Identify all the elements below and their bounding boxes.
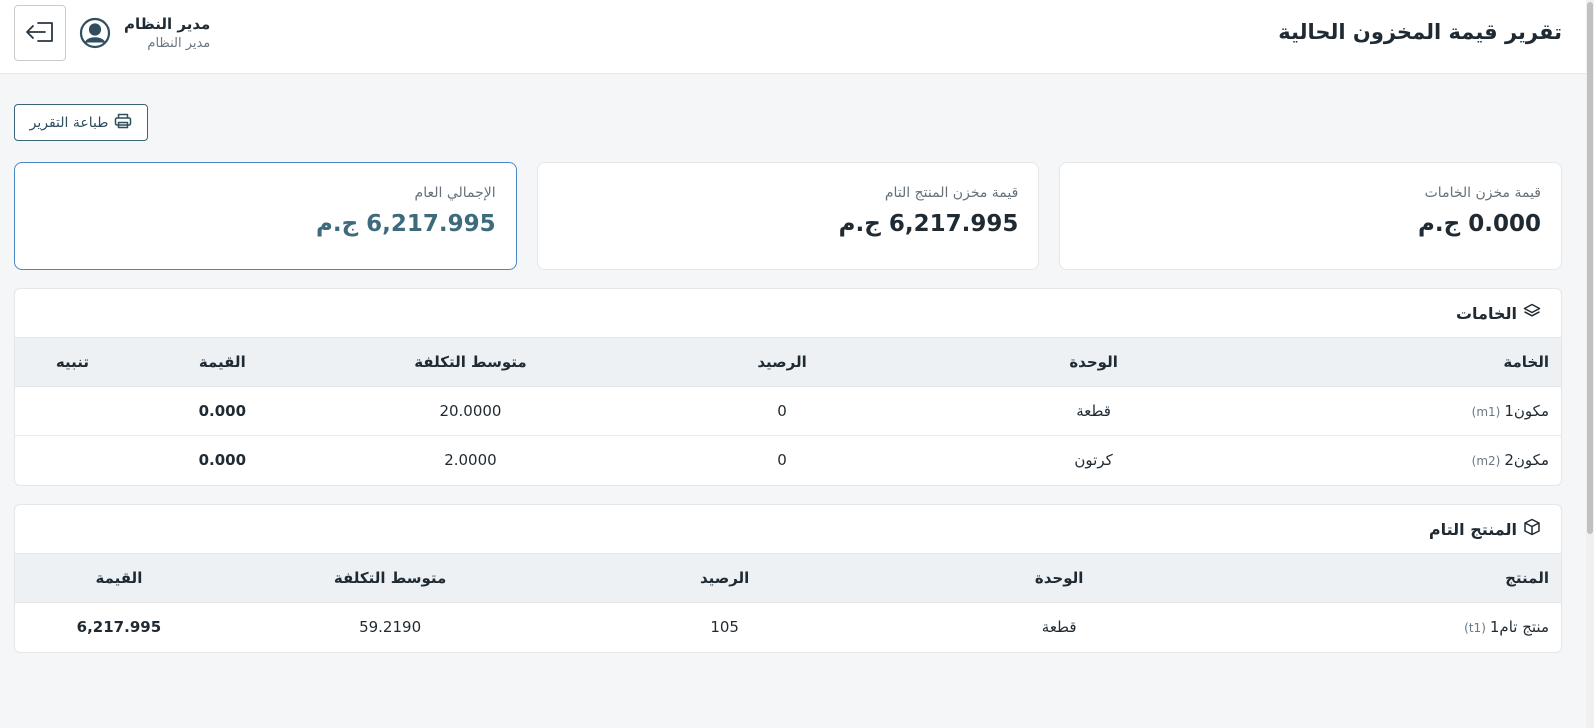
- grand-total-value: 6,217.995 ج.م: [315, 211, 496, 237]
- finished-stock-value: 6,217.995 ج.م: [838, 211, 1019, 237]
- user-info: مدير النظام مدير النظام: [124, 15, 210, 51]
- box-icon: [1523, 518, 1541, 540]
- print-report-label: طباعة التقرير: [29, 114, 109, 131]
- alert-cell: [15, 386, 130, 436]
- avg-cost-cell: 59.2190: [359, 618, 422, 637]
- printer-icon: [114, 113, 132, 133]
- column-header: القيمة: [15, 553, 223, 603]
- material-name: مكون2: [1504, 451, 1549, 470]
- page-scrollbar[interactable]: [1586, 0, 1594, 728]
- unit-cell: قطعة: [1041, 618, 1077, 637]
- summary-cards: قيمة مخزن الخامات 0.000 ج.م قيمة مخزن ال…: [13, 162, 1562, 270]
- raw-stock-value: 0.000 ج.م: [1418, 211, 1541, 237]
- raw-materials-title: الخامات: [1455, 303, 1517, 323]
- grand-total-label: الإجمالي العام: [414, 185, 496, 201]
- raw-materials-table: الخامة الوحدة الرصيد متوسط التكلفة القيم…: [15, 337, 1561, 485]
- user-name: مدير النظام: [124, 15, 211, 33]
- material-name: مكون1: [1504, 402, 1549, 420]
- material-name-cell: مكون1(m1): [1249, 386, 1561, 436]
- unit-cell: كرتون: [1074, 451, 1113, 470]
- product-code: (t1): [1464, 621, 1486, 636]
- table-row: مكون2(m2) كرتون 0 2.0000 0.000: [15, 436, 1561, 485]
- balance-cell: 0: [777, 451, 787, 470]
- raw-materials-section: الخامات الخامة الوحدة الرصيد متوسط التكل…: [14, 288, 1562, 486]
- table-row: منتج تام1(t1) قطعة 105 59.2190 6,217.995: [15, 603, 1561, 652]
- raw-stock-value-label: قيمة مخزن الخامات: [1424, 185, 1541, 201]
- unit-cell: قطعة: [937, 386, 1250, 436]
- table-row: مكون1(m1) قطعة 0 20.0000 0.000: [15, 386, 1561, 436]
- column-header: متوسط التكلفة: [222, 553, 558, 603]
- column-header: تنبيه: [15, 337, 130, 387]
- column-header: الوحدة: [937, 337, 1250, 387]
- column-header: الرصيد: [626, 337, 938, 387]
- finished-products-title: المنتج التام: [1428, 519, 1517, 539]
- product-name: منتج تام1: [1489, 618, 1549, 637]
- print-report-button[interactable]: طباعة التقرير: [14, 104, 148, 141]
- value-cell: 0.000: [198, 451, 247, 470]
- value-cell: 0.000: [129, 386, 315, 436]
- alert-cell: [15, 436, 130, 485]
- table-header-row: المنتج الوحدة الرصيد متوسط التكلفة القيم…: [15, 553, 1561, 603]
- user-role: مدير النظام: [147, 36, 211, 51]
- column-header: الخامة: [1249, 337, 1561, 387]
- raw-materials-header: الخامات: [15, 289, 1561, 337]
- table-header-row: الخامة الوحدة الرصيد متوسط التكلفة القيم…: [15, 337, 1561, 387]
- logout-icon: [25, 21, 55, 46]
- balance-cell: 105: [710, 618, 739, 637]
- user-circle-icon: [78, 16, 112, 50]
- product-name-cell: منتج تام1(t1): [1226, 603, 1561, 652]
- material-name-cell: مكون2(m2): [1249, 436, 1561, 485]
- user-box: مدير النظام مدير النظام: [14, 4, 210, 62]
- column-header: الرصيد: [557, 553, 892, 603]
- top-bar: تقرير قيمة المخزون الحالية مدير النظام م…: [0, 0, 1594, 74]
- avg-cost-cell: 20.0000: [314, 386, 627, 436]
- raw-stock-value-card: قيمة مخزن الخامات 0.000 ج.م: [1059, 162, 1562, 270]
- finished-products-table: المنتج الوحدة الرصيد متوسط التكلفة القيم…: [15, 553, 1561, 652]
- layers-icon: [1523, 303, 1541, 323]
- page-title: تقرير قيمة المخزون الحالية: [1278, 20, 1562, 44]
- column-header: متوسط التكلفة: [314, 337, 627, 387]
- finished-stock-value-label: قيمة مخزن المنتج التام: [884, 185, 1019, 201]
- column-header: المنتج: [1226, 553, 1561, 603]
- finished-products-header: المنتج التام: [15, 505, 1561, 553]
- column-header: الوحدة: [891, 553, 1227, 603]
- grand-total-card: الإجمالي العام 6,217.995 ج.م: [13, 162, 517, 270]
- material-code: (m2): [1471, 454, 1501, 469]
- value-cell: 6,217.995: [76, 618, 162, 637]
- finished-stock-value-card: قيمة مخزن المنتج التام 6,217.995 ج.م: [536, 162, 1040, 270]
- balance-cell: 0: [626, 386, 938, 436]
- column-header: القيمة: [129, 337, 315, 387]
- material-code: (m1): [1471, 405, 1501, 419]
- logout-button[interactable]: [14, 5, 66, 61]
- scrollbar-thumb[interactable]: [1587, 2, 1593, 534]
- finished-products-section: المنتج التام المنتج الوحدة الرصيد متوسط …: [14, 504, 1562, 653]
- avg-cost-cell: 2.0000: [444, 451, 497, 470]
